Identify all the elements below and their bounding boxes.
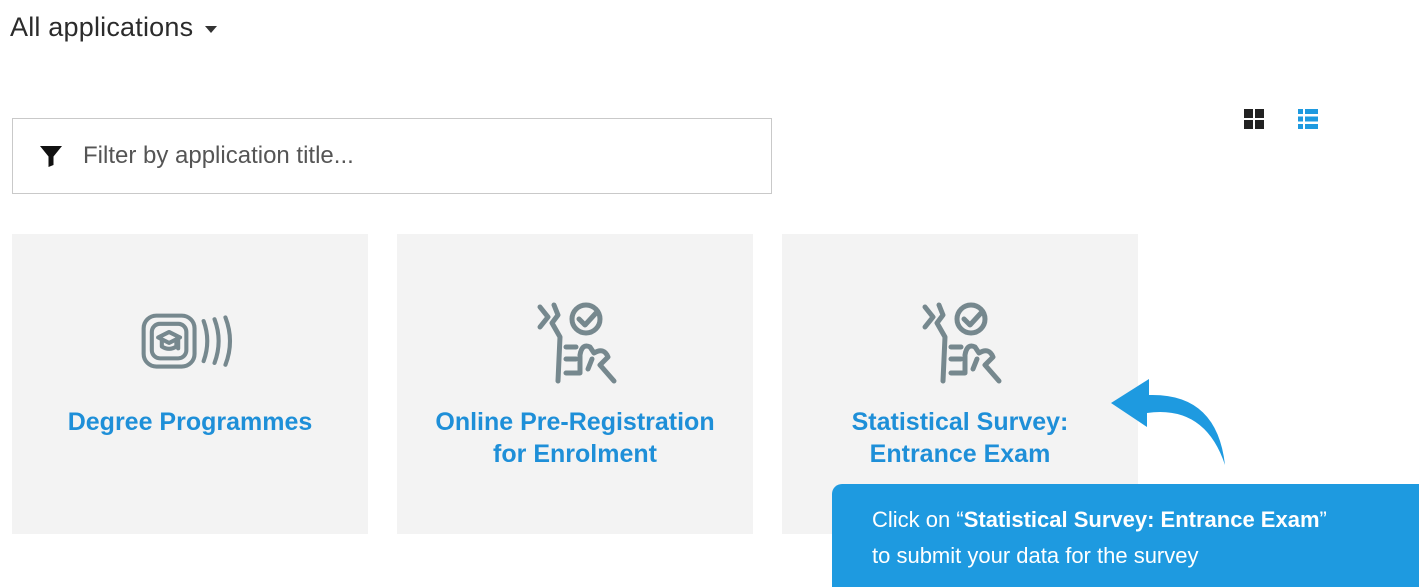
application-selector[interactable]: All applications bbox=[10, 12, 218, 43]
survey-check-icon bbox=[525, 292, 625, 392]
grid-view-icon[interactable] bbox=[1243, 108, 1265, 130]
caret-down-icon[interactable] bbox=[205, 25, 218, 33]
tile-online-pre-registration[interactable]: Online Pre-Registration for Enrolment bbox=[397, 234, 753, 534]
filter-box bbox=[12, 118, 772, 194]
graduation-cap-icon bbox=[140, 292, 240, 392]
instruction-callout: Click on “Statistical Survey: Entrance E… bbox=[832, 484, 1419, 587]
tile-label: Degree Programmes bbox=[67, 408, 313, 436]
view-toggle bbox=[1243, 108, 1319, 130]
filter-input[interactable] bbox=[81, 135, 685, 177]
tile-label: Online Pre-Registration for Enrolment bbox=[435, 408, 715, 468]
survey-check-icon bbox=[910, 292, 1010, 392]
curved-arrow-icon bbox=[1111, 379, 1225, 465]
tile-label: Statistical Survey: Entrance Exam bbox=[851, 408, 1069, 468]
filter-icon bbox=[39, 144, 63, 168]
list-view-icon[interactable] bbox=[1297, 108, 1319, 130]
page-title: All applications bbox=[10, 12, 194, 42]
tile-degree-programmes[interactable]: Degree Programmes bbox=[12, 234, 368, 534]
